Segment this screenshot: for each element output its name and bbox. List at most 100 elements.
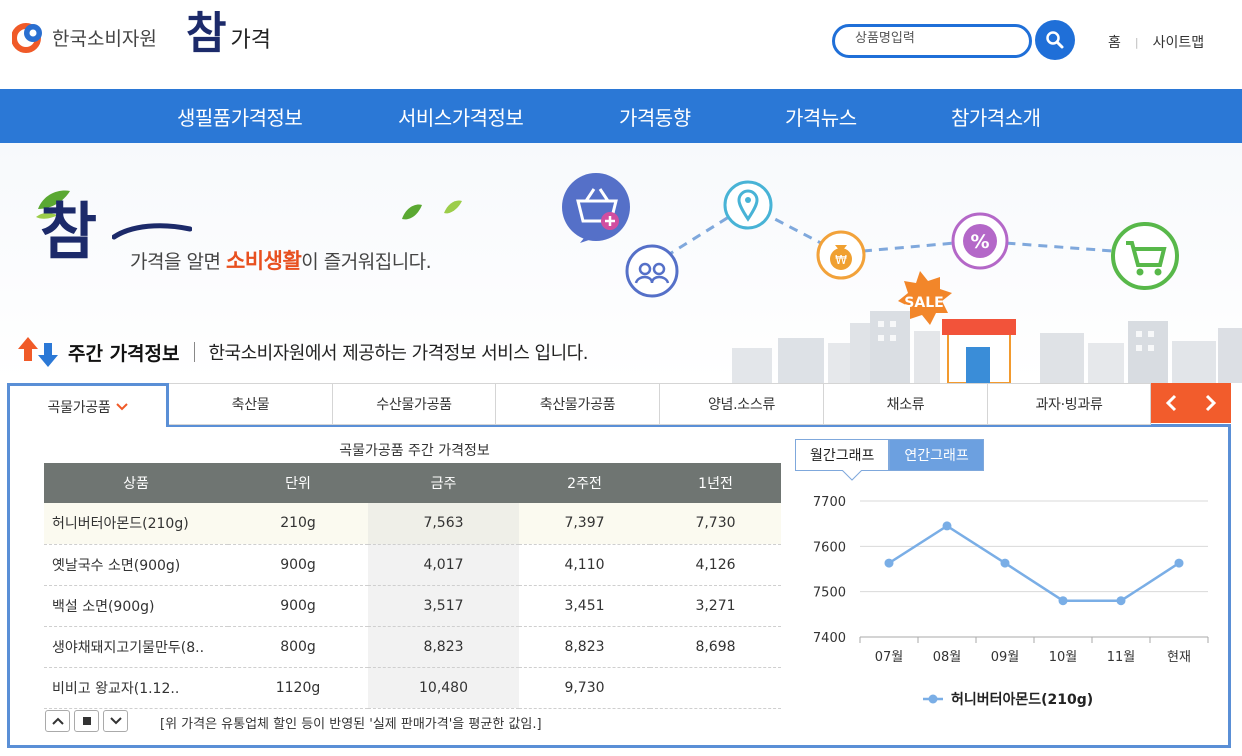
chart-tabs: 월간그래프 연간그래프 [795, 439, 984, 471]
people-icon [625, 244, 679, 298]
data-point [1000, 558, 1010, 568]
price-one-year-ago: 3,271 [650, 585, 781, 627]
chevron-down-icon [109, 717, 122, 725]
data-point [884, 558, 894, 568]
weekly-price-desc: 한국소비자원에서 제공하는 가격정보 서비스 입니다. [208, 343, 589, 364]
nav-item-about[interactable]: 참가격소개 [951, 102, 1041, 131]
x-tick-label: 11월 [1107, 650, 1136, 665]
category-tabs: 곡물가공품 축산물 수산물가공품 축산물가공품 양념.소스류 채소류 과자·빙과… [7, 383, 1231, 427]
product-unit: 1120g [228, 667, 368, 709]
col-header-one-year-ago: 1년전 [650, 463, 781, 503]
data-point [942, 521, 952, 531]
scroll-up-button[interactable] [45, 710, 70, 732]
tab-yearly-graph[interactable]: 연간그래프 [889, 439, 984, 471]
price-panel: 곡물가공품 주간 가격정보 상품 단위 금주 2주전 1년전 허니버터아몬드(2… [7, 383, 1231, 748]
col-header-product: 상품 [44, 463, 228, 503]
table-caption: 곡물가공품 주간 가격정보 [339, 443, 490, 459]
chevron-left-icon [1165, 394, 1177, 412]
price-one-year-ago: 7,730 [650, 503, 781, 545]
product-name[interactable]: 허니버터아몬드(210g) [44, 503, 228, 545]
city-skyline: SALE [732, 271, 1242, 383]
price-two-weeks-ago: 8,823 [519, 626, 650, 668]
tabs-prev-button[interactable] [1151, 383, 1191, 423]
hero-banner: 참 가격을 알면 소비생활이 즐거워집니다. ₩ % SALE 주간 가격정보 … [0, 143, 1242, 383]
tab-snacks[interactable]: 과자·빙과류 [988, 383, 1151, 425]
y-tick-label: 7500 [813, 586, 846, 601]
link-divider: | [1134, 35, 1139, 49]
brand-mark: 참 [186, 8, 227, 59]
x-tick-label: 09월 [991, 650, 1020, 665]
org-logo-icon [12, 23, 42, 53]
weekly-price-label: 주간 가격정보 [68, 342, 180, 365]
product-unit: 900g [228, 544, 368, 586]
series-line [888, 524, 1180, 602]
table-row[interactable]: 옛날국수 소면(900g) 900g 4,017 4,110 4,126 [44, 544, 781, 586]
tabs-next-button[interactable] [1191, 383, 1231, 423]
search-input[interactable] [855, 31, 1035, 46]
table-row[interactable]: 백설 소면(900g) 900g 3,517 3,451 3,271 [44, 585, 781, 627]
tab-vegetables[interactable]: 채소류 [824, 383, 988, 425]
nav-item-price-trend[interactable]: 가격동향 [619, 102, 691, 131]
product-name[interactable]: 생야채돼지고기물만두(8.. [44, 626, 228, 668]
basket-icon [562, 173, 630, 243]
product-name[interactable]: 백설 소면(900g) [44, 585, 228, 627]
product-unit: 800g [228, 626, 368, 668]
org-logo[interactable]: 한국소비자원 [12, 20, 157, 54]
price-two-weeks-ago: 3,451 [519, 585, 650, 627]
top-links: 홈 | 사이트맵 [1108, 32, 1204, 52]
stop-button[interactable] [74, 710, 99, 732]
search-icon [1046, 31, 1064, 49]
brand-text: 가격 [230, 28, 271, 53]
nav-item-daily-goods[interactable]: 생필품가격정보 [177, 102, 303, 131]
scroll-down-button[interactable] [103, 710, 128, 732]
table-row[interactable]: 허니버터아몬드(210g) 210g 7,563 7,397 7,730 [44, 503, 781, 545]
heading-divider [193, 342, 195, 362]
home-link[interactable]: 홈 [1108, 32, 1121, 52]
weekly-price-heading: 주간 가격정보 한국소비자원에서 제공하는 가격정보 서비스 입니다. [18, 335, 588, 369]
legend-swatch-point [928, 694, 938, 704]
stop-icon [82, 717, 91, 725]
x-tick-label: 현재 [1167, 650, 1191, 665]
price-one-year-ago: 4,126 [650, 544, 781, 586]
tab-grain-products[interactable]: 곡물가공품 [7, 383, 169, 427]
price-this-week: 10,480 [368, 667, 519, 709]
table-row[interactable]: 비비고 왕교자(1.12.. 1120g 10,480 9,730 [44, 667, 781, 709]
chevron-down-icon [116, 402, 129, 410]
tab-label: 곡물가공품 [47, 399, 111, 416]
data-point [1116, 596, 1126, 606]
price-note: [위 가격은 유통업체 할인 등이 반영된 '실제 판매가격'을 평균한 값임.… [160, 717, 542, 732]
product-name[interactable]: 옛날국수 소면(900g) [44, 544, 228, 586]
panel-body: 곡물가공품 주간 가격정보 상품 단위 금주 2주전 1년전 허니버터아몬드(2… [7, 424, 1231, 748]
search-button[interactable] [1035, 20, 1075, 60]
main-nav: 생필품가격정보 서비스가격정보 가격동향 가격뉴스 참가격소개 [0, 89, 1242, 143]
price-this-week: 8,823 [368, 626, 519, 668]
tab-sauces[interactable]: 양념.소스류 [660, 383, 824, 425]
price-two-weeks-ago: 9,730 [519, 667, 650, 709]
price-this-week: 3,517 [368, 585, 519, 627]
sitemap-link[interactable]: 사이트맵 [1153, 32, 1205, 52]
tab-seafood-products[interactable]: 수산물가공품 [333, 383, 496, 425]
y-tick-label: 7600 [813, 540, 846, 555]
x-tick-label: 10월 [1049, 650, 1078, 665]
tab-monthly-graph[interactable]: 월간그래프 [795, 439, 890, 471]
product-name[interactable]: 비비고 왕교자(1.12.. [44, 667, 228, 709]
sale-badge: SALE [904, 295, 943, 311]
price-two-weeks-ago: 4,110 [519, 544, 650, 586]
tab-livestock[interactable]: 축산물 [169, 383, 333, 425]
y-tick-label: 7700 [813, 495, 846, 510]
chevron-up-icon [51, 717, 64, 725]
table-row[interactable]: 생야채돼지고기물만두(8.. 800g 8,823 8,823 8,698 [44, 626, 781, 668]
y-tick-label: 7400 [813, 631, 846, 646]
nav-item-service-price[interactable]: 서비스가격정보 [398, 102, 524, 131]
tab-livestock-products[interactable]: 축산물가공품 [496, 383, 660, 425]
price-this-week: 7,563 [368, 503, 519, 545]
nav-item-price-news[interactable]: 가격뉴스 [785, 102, 857, 131]
price-this-week: 4,017 [368, 544, 519, 586]
data-point [1058, 596, 1068, 606]
price-line-chart: 7400 7500 7600 7700 07월 08월 09월 10월 11월 현재허니버터아몬드… [813, 495, 1209, 708]
legend-label: 허니버터아몬드(210g) [951, 691, 1093, 708]
product-unit: 900g [228, 585, 368, 627]
data-point [1174, 558, 1184, 568]
brand-logo[interactable]: 참 가격 [186, 8, 271, 60]
col-header-unit: 단위 [228, 463, 368, 503]
